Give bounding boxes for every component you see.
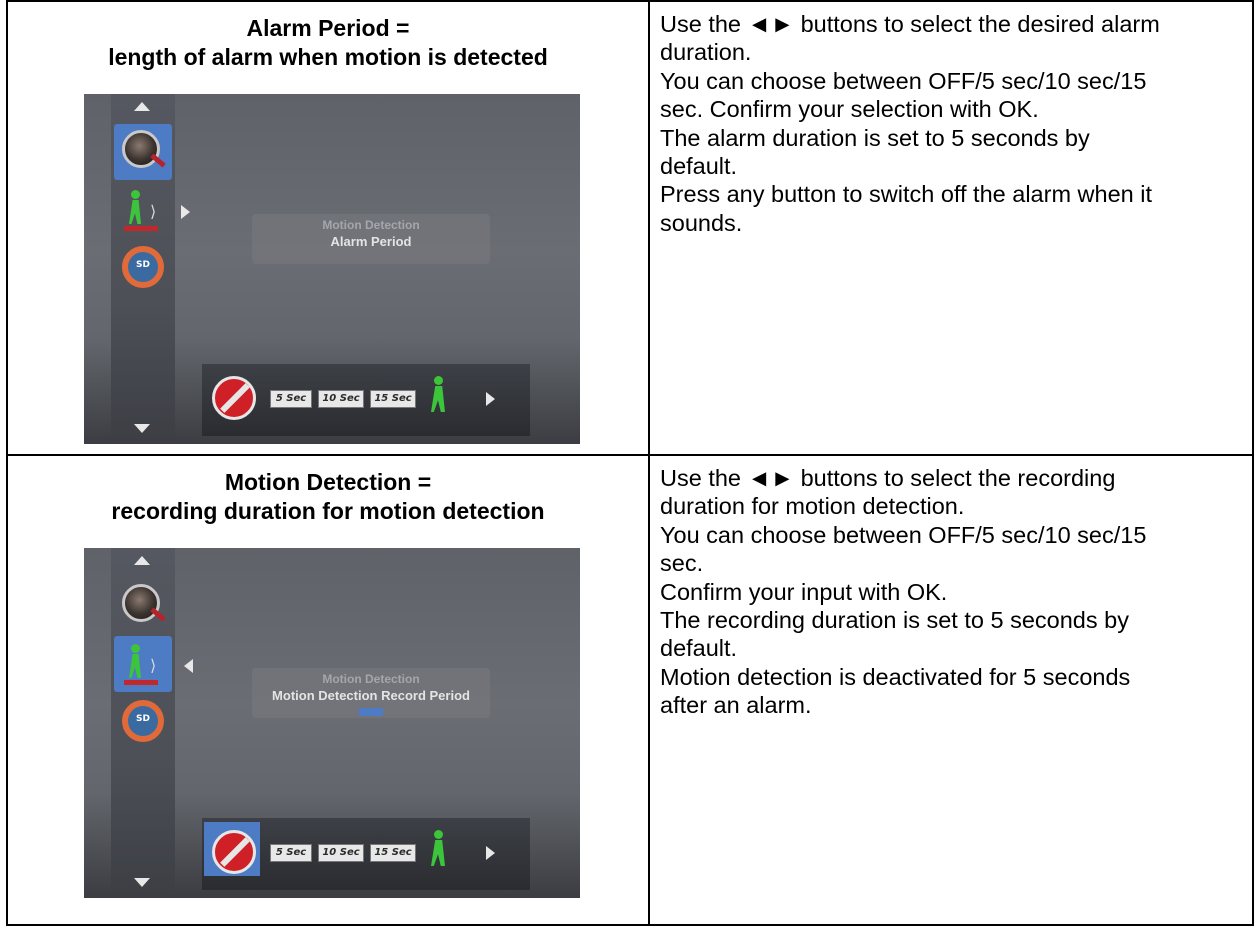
option-bar: 5 Sec 10 Sec 15 Sec <box>202 364 530 436</box>
sd-card-icon: SD <box>122 246 164 288</box>
description-line: You can choose between OFF/5 sec/10 sec/… <box>660 521 1147 548</box>
motion-person-icon <box>124 190 146 226</box>
option-5-sec: 5 Sec <box>270 844 312 862</box>
heading-line: recording duration for motion detection <box>111 498 545 524</box>
description-line: sec. Confirm your selection with OK. <box>660 96 1039 123</box>
description-line: The alarm duration is set to 5 seconds b… <box>660 124 1090 151</box>
menu-title: Alarm Period <box>330 234 412 249</box>
sidebar-item-storage: SD <box>114 240 172 296</box>
option-10-sec: 10 Sec <box>318 390 364 408</box>
description-line: Use the ◄► buttons to select the recordi… <box>660 465 1116 491</box>
description-line: Confirm your input with OK. <box>660 578 948 605</box>
arrow-right-icon <box>181 205 190 219</box>
magnifier-icon <box>122 584 160 622</box>
menu-subtitle: Motion Detection <box>322 218 420 232</box>
description-line: Motion detection is deactivated for 5 se… <box>660 663 1131 690</box>
description-line: after an alarm. <box>660 692 812 719</box>
sidebar-item-motion: ⟩ <box>114 636 172 692</box>
arrow-down-icon <box>134 424 150 433</box>
left-cell: Motion Detection = recording duration fo… <box>6 454 650 926</box>
sidebar-item-storage: SD <box>114 694 172 750</box>
menu-title-box: Motion Detection Motion Detection Record… <box>252 668 490 718</box>
running-person-icon <box>427 830 449 868</box>
instruction-table: Alarm Period = length of alarm when moti… <box>6 0 1254 926</box>
option-15-sec: 15 Sec <box>370 390 416 408</box>
table-row: Motion Detection = recording duration fo… <box>6 454 1254 926</box>
description-line: duration. <box>660 39 752 66</box>
arrow-down-icon <box>134 878 150 887</box>
description-line: Press any button to switch off the alarm… <box>660 181 1153 208</box>
sidebar-item-motion: ⟩ <box>114 182 172 238</box>
option-bar: 5 Sec 10 Sec 15 Sec <box>202 818 530 890</box>
arrow-right-icon <box>486 846 495 860</box>
device-screen: ⟩ SD Motion Detection Alarm Period 5 Sec… <box>84 94 580 444</box>
left-cell: Alarm Period = length of alarm when moti… <box>6 0 650 456</box>
magnifier-icon <box>122 130 160 168</box>
sidebar-item-search <box>114 578 172 634</box>
option-15-sec: 15 Sec <box>370 844 416 862</box>
menu-subtitle: Motion Detection <box>322 672 420 686</box>
arrow-right-icon <box>486 392 495 406</box>
description-line: The recording duration is set to 5 secon… <box>660 607 1129 634</box>
description-line: sec. <box>660 550 704 577</box>
sd-card-icon: SD <box>122 700 164 742</box>
option-10-sec: 10 Sec <box>318 844 364 862</box>
arrow-left-icon <box>184 659 193 673</box>
description-line: You can choose between OFF/5 sec/10 sec/… <box>660 67 1147 94</box>
description-line: duration for motion detection. <box>660 493 965 520</box>
section-heading: Motion Detection = recording duration fo… <box>8 468 648 526</box>
arrow-up-icon <box>134 102 150 111</box>
description-line: default. <box>660 635 738 662</box>
menu-title-box: Motion Detection Alarm Period <box>252 214 490 264</box>
arrow-up-icon <box>134 556 150 565</box>
heading-line: Motion Detection = <box>224 469 432 495</box>
device-screen: ⟩ SD Motion Detection Motion Detection R… <box>84 548 580 898</box>
table-row: Alarm Period = length of alarm when moti… <box>6 0 1254 456</box>
motion-person-icon <box>124 644 146 680</box>
right-cell: Use the ◄► buttons to select the desired… <box>648 0 1254 456</box>
running-person-icon <box>427 376 449 414</box>
sidebar-item-search <box>114 124 172 180</box>
heading-line: Alarm Period = <box>246 15 410 41</box>
description-line: sounds. <box>660 209 743 236</box>
off-icon <box>212 376 256 420</box>
option-5-sec: 5 Sec <box>270 390 312 408</box>
right-cell: Use the ◄► buttons to select the recordi… <box>648 454 1254 926</box>
description-line: Use the ◄► buttons to select the desired… <box>660 11 1160 37</box>
section-heading: Alarm Period = length of alarm when moti… <box>8 14 648 72</box>
description-line: default. <box>660 153 738 180</box>
off-icon <box>212 830 256 874</box>
menu-title: Motion Detection Record Period <box>272 688 470 703</box>
heading-line: length of alarm when motion is detected <box>108 44 548 70</box>
selection-highlight <box>359 708 383 716</box>
